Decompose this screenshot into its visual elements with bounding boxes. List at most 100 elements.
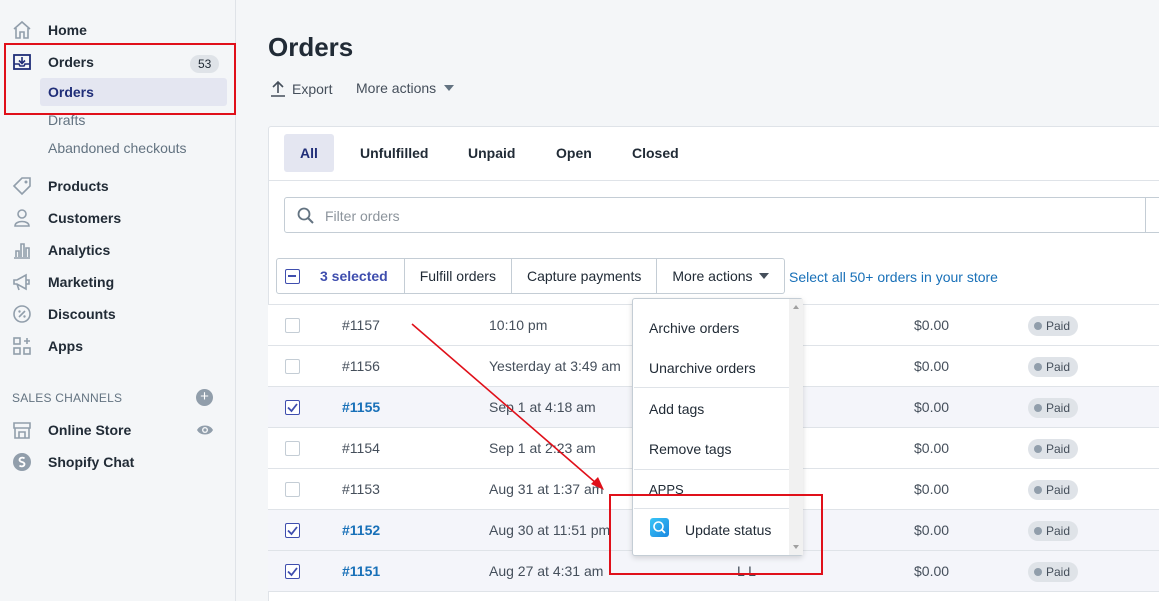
row-checkbox[interactable] (285, 523, 300, 538)
nav-sub-abandoned[interactable]: Abandoned checkouts (40, 134, 227, 162)
add-tags-item[interactable]: Add tags (649, 401, 704, 417)
order-number[interactable]: #1154 (342, 440, 380, 456)
order-number[interactable]: #1157 (342, 317, 380, 333)
header-more-actions-label: More actions (356, 80, 437, 96)
indeterminate-checkbox-icon (285, 268, 300, 284)
tab-closed[interactable]: Closed (616, 134, 695, 172)
nav-home-label: Home (48, 22, 87, 38)
sales-channels-title: SALES CHANNELS (12, 391, 123, 405)
nav-discounts[interactable]: Discounts (0, 298, 236, 330)
payment-status-badge: Paid (1028, 521, 1079, 541)
eye-icon[interactable] (196, 422, 214, 438)
filter-orders-input[interactable]: Filter orders (284, 197, 1159, 233)
export-button[interactable]: Export (270, 80, 332, 98)
order-number[interactable]: #1152 (342, 522, 380, 538)
nav-customers-label: Customers (48, 210, 122, 226)
search-icon (297, 207, 314, 224)
payment-status-label: Paid (1046, 442, 1071, 456)
dropdown-divider (634, 469, 789, 470)
store-icon (13, 422, 31, 439)
bulk-more-actions-label: More actions (672, 268, 753, 284)
export-label: Export (292, 81, 333, 97)
payment-status-label: Paid (1046, 524, 1071, 538)
nav-home[interactable]: Home (0, 14, 236, 46)
nav-products[interactable]: Products (0, 170, 236, 202)
payment-status-label: Paid (1046, 360, 1071, 374)
select-all-orders-link[interactable]: Select all 50+ orders in your store (789, 269, 998, 285)
bulk-actions-bar: 3 selected Fulfill orders Capture paymen… (276, 258, 785, 294)
header-more-actions-button[interactable]: More actions (356, 80, 455, 96)
payment-status-badge: Paid (1028, 439, 1079, 459)
filter-divider (1145, 197, 1146, 233)
payment-status-label: Paid (1046, 401, 1071, 415)
order-number[interactable]: #1153 (342, 481, 380, 497)
nav-analytics-label: Analytics (48, 242, 111, 258)
nav-shopify-chat[interactable]: Shopify Chat (0, 446, 236, 478)
order-date: Aug 27 at 4:31 am (489, 563, 604, 579)
order-total: $0.00 (914, 563, 950, 579)
nav-customers[interactable]: Customers (0, 202, 236, 234)
tab-unpaid[interactable]: Unpaid (452, 134, 531, 172)
row-checkbox[interactable] (285, 441, 300, 456)
page-title: Orders (268, 32, 354, 62)
check-icon (287, 526, 298, 536)
nav-marketing-label: Marketing (48, 274, 115, 290)
megaphone-icon (13, 273, 30, 291)
order-total: $0.00 (914, 522, 950, 538)
nav-sub-abandoned-label: Abandoned checkouts (48, 140, 187, 156)
nav-products-label: Products (48, 178, 109, 194)
bar-chart-icon (14, 243, 30, 259)
selected-count: 3 selected (320, 268, 388, 284)
order-total: $0.00 (914, 317, 950, 333)
bulk-more-actions-button[interactable]: More actions (657, 258, 785, 294)
order-date: Yesterday at 3:49 am (489, 358, 621, 374)
remove-tags-item[interactable]: Remove tags (649, 441, 731, 457)
order-date: Sep 1 at 4:18 am (489, 399, 596, 415)
person-icon (14, 209, 30, 227)
tabs: All Unfulfilled Unpaid Open Closed (268, 126, 1159, 181)
row-checkbox[interactable] (285, 318, 300, 333)
fulfill-orders-button[interactable]: Fulfill orders (404, 258, 512, 294)
tab-all[interactable]: All (284, 134, 334, 172)
archive-orders-item[interactable]: Archive orders (649, 320, 739, 336)
row-checkbox[interactable] (285, 400, 300, 415)
order-total: $0.00 (914, 440, 950, 456)
update-status-annotation-box (609, 494, 823, 575)
payment-status-label: Paid (1046, 483, 1071, 497)
order-number[interactable]: #1155 (342, 399, 380, 415)
capture-payments-button[interactable]: Capture payments (511, 258, 658, 294)
payment-status-badge: Paid (1028, 562, 1079, 582)
shopify-chat-icon (13, 453, 31, 471)
tag-icon (12, 177, 31, 196)
tab-open[interactable]: Open (540, 134, 608, 172)
check-icon (287, 567, 298, 577)
payment-status-label: Paid (1046, 565, 1071, 579)
order-number[interactable]: #1151 (342, 563, 380, 579)
add-sales-channel-icon[interactable]: + (196, 389, 213, 406)
order-total: $0.00 (914, 481, 950, 497)
nav-apps[interactable]: Apps (0, 330, 236, 362)
payment-status-badge: Paid (1028, 480, 1079, 500)
unarchive-orders-item[interactable]: Unarchive orders (649, 360, 756, 376)
discount-icon (13, 305, 31, 323)
tab-unfulfilled[interactable]: Unfulfilled (344, 134, 444, 172)
payment-status-badge: Paid (1028, 398, 1079, 418)
payment-status-badge: Paid (1028, 316, 1079, 336)
order-date: Aug 30 at 11:51 pm (489, 522, 611, 538)
order-number[interactable]: #1156 (342, 358, 380, 374)
nav-discounts-label: Discounts (48, 306, 116, 322)
home-icon (13, 20, 31, 39)
apps-icon (13, 337, 31, 355)
nav-analytics[interactable]: Analytics (0, 234, 236, 266)
row-checkbox[interactable] (285, 564, 300, 579)
caret-down-icon (758, 273, 769, 279)
order-date: Aug 31 at 1:37 am (489, 481, 604, 497)
check-icon (287, 403, 298, 413)
nav-online-store-label: Online Store (48, 422, 132, 438)
bulk-select-checkbox[interactable]: 3 selected (276, 258, 405, 294)
row-checkbox[interactable] (285, 359, 300, 374)
export-icon (271, 80, 285, 97)
row-checkbox[interactable] (285, 482, 300, 497)
payment-status-label: Paid (1046, 319, 1071, 333)
nav-marketing[interactable]: Marketing (0, 266, 236, 298)
